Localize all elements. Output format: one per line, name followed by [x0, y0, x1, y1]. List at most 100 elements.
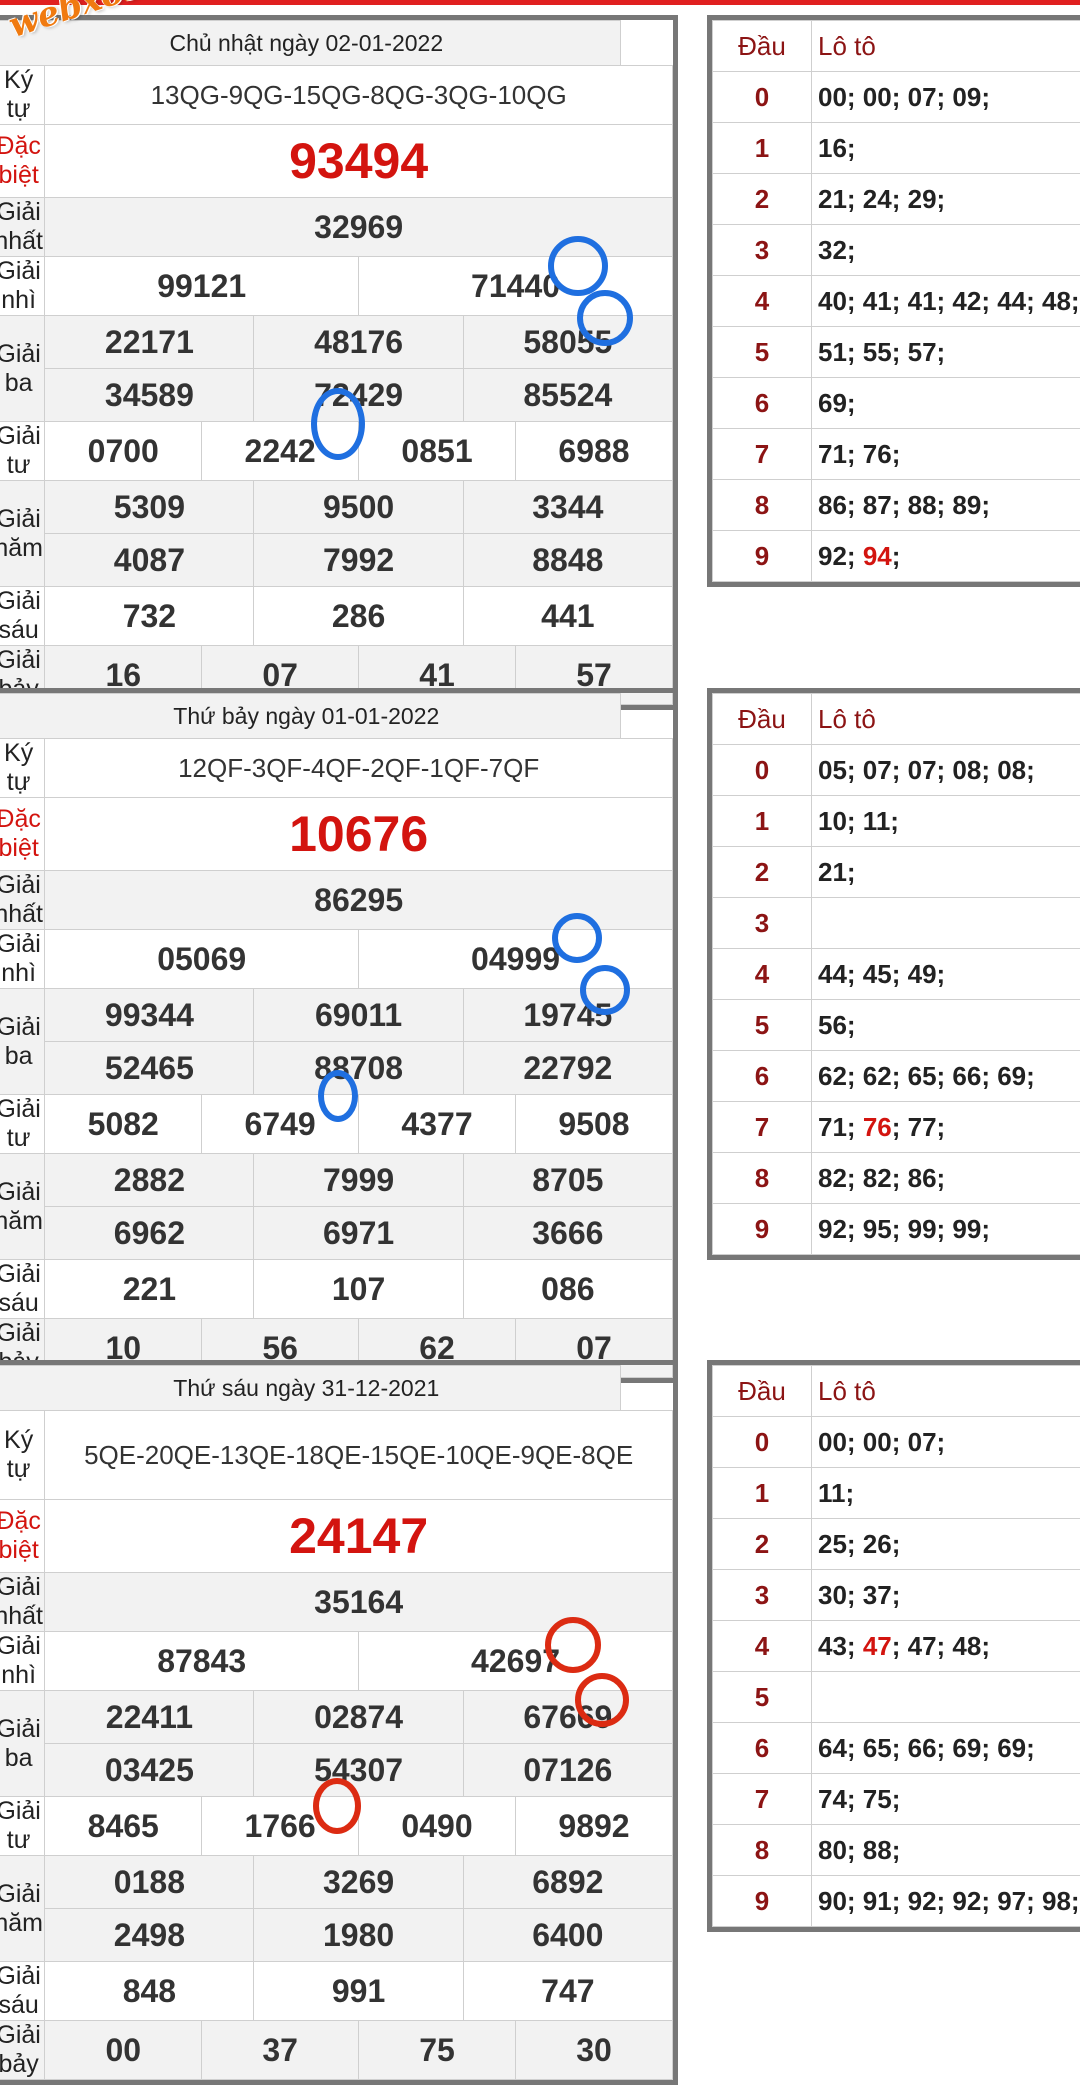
loto-value-text: 90; 91; 92; 92; 97; 98;: [818, 1886, 1080, 1916]
loto-values: 43; 47; 47; 48;: [812, 1621, 1080, 1672]
loto-value-text: 21;: [818, 857, 856, 887]
loto-head-digit: 7: [713, 429, 812, 480]
fifth-prize: 3269: [254, 1856, 463, 1909]
sixth-prize: 732: [45, 587, 254, 646]
loto-value-text: 00; 00; 07;: [818, 1427, 945, 1457]
loto-table: ĐầuLô tô000; 00; 07; 09;116;221; 24; 29;…: [707, 15, 1080, 587]
loto-head-digit: 1: [713, 123, 812, 174]
ky-tu-code: 13QG-9QG-15QG-8QG-3QG-10QG: [45, 66, 673, 125]
second-prize: 99121: [45, 257, 359, 316]
loto-values: 92; 95; 99; 99;: [812, 1204, 1080, 1255]
label-dac-biet: Đặc biệt: [0, 125, 45, 198]
loto-values: 62; 62; 65; 66; 69;: [812, 1051, 1080, 1102]
special-prize: 24147: [45, 1500, 673, 1573]
fourth-prize: 4377: [359, 1095, 516, 1154]
label-giai-tu: Giải tư: [0, 1797, 45, 1856]
third-prize: 03425: [45, 1744, 254, 1797]
label-giai-sau: Giải sáu: [0, 1260, 45, 1319]
fifth-prize: 8705: [463, 1154, 672, 1207]
third-prize: 69011: [254, 989, 463, 1042]
loto-values: 82; 82; 86;: [812, 1153, 1080, 1204]
label-giai-nam: Giải năm: [0, 1154, 45, 1260]
draw-block: Chủ nhật ngày 02-01-2022Ký tự13QG-9QG-15…: [0, 0, 1080, 670]
loto-head-digit: 3: [713, 1570, 812, 1621]
loto-values: 21;: [812, 847, 1080, 898]
third-prize: 22792: [463, 1042, 672, 1095]
loto-values: 05; 07; 07; 08; 08;: [812, 745, 1080, 796]
label-ky-tu: Ký tự: [0, 1411, 45, 1500]
loto-values: 71; 76; 77;: [812, 1102, 1080, 1153]
first-prize: 35164: [45, 1573, 673, 1632]
loto-values: 74; 75;: [812, 1774, 1080, 1825]
loto-value-text: 25; 26;: [818, 1529, 900, 1559]
label-ky-tu: Ký tự: [0, 66, 45, 125]
fifth-prize: 3666: [463, 1207, 672, 1260]
ky-tu-code: 12QF-3QF-4QF-2QF-1QF-7QF: [45, 739, 673, 798]
loto-header-dau: Đầu: [713, 1366, 812, 1417]
fifth-prize: 2882: [45, 1154, 254, 1207]
loto-value-text: 32;: [818, 235, 856, 265]
fourth-prize: 5082: [45, 1095, 202, 1154]
loto-values: 92; 94;: [812, 531, 1080, 582]
second-prize: 71440: [359, 257, 673, 316]
loto-header-loto: Lô tô: [812, 694, 1080, 745]
special-prize: 10676: [45, 798, 673, 871]
loto-value-text: 80; 88;: [818, 1835, 900, 1865]
loto-values: 56;: [812, 1000, 1080, 1051]
label-ky-tu: Ký tự: [0, 739, 45, 798]
fourth-prize: 6749: [202, 1095, 359, 1154]
label-giai-nam: Giải năm: [0, 481, 45, 587]
label-giai-nhat: Giải nhất: [0, 198, 45, 257]
third-prize: 07126: [463, 1744, 672, 1797]
loto-value-text: 82; 82; 86;: [818, 1163, 945, 1193]
loto-values: 30; 37;: [812, 1570, 1080, 1621]
sixth-prize: 441: [463, 587, 672, 646]
loto-value-text: 43;: [818, 1631, 863, 1661]
loto-values: [812, 1672, 1080, 1723]
label-giai-ba: Giải ba: [0, 1691, 45, 1797]
fourth-prize: 0490: [359, 1797, 516, 1856]
loto-value-text: 40; 41; 41; 42; 44; 48;: [818, 286, 1080, 316]
loto-value-text: 16;: [818, 133, 856, 163]
loto-value-text: 56;: [818, 1010, 856, 1040]
loto-values: 16;: [812, 123, 1080, 174]
loto-values: 64; 65; 66; 69; 69;: [812, 1723, 1080, 1774]
loto-head-digit: 1: [713, 1468, 812, 1519]
first-prize: 86295: [45, 871, 673, 930]
label-giai-nhat: Giải nhất: [0, 871, 45, 930]
loto-values: 69;: [812, 378, 1080, 429]
label-dac-biet: Đặc biệt: [0, 1500, 45, 1573]
loto-values: 44; 45; 49;: [812, 949, 1080, 1000]
loto-head-digit: 4: [713, 949, 812, 1000]
fifth-prize: 9500: [254, 481, 463, 534]
third-prize: 22171: [45, 316, 254, 369]
first-prize: 32969: [45, 198, 673, 257]
loto-head-digit: 4: [713, 1621, 812, 1672]
loto-values: 00; 00; 07;: [812, 1417, 1080, 1468]
loto-head-digit: 1: [713, 796, 812, 847]
seventh-prize: 30: [515, 2021, 672, 2080]
loto-header-loto: Lô tô: [812, 21, 1080, 72]
sixth-prize: 107: [254, 1260, 463, 1319]
label-dac-biet: Đặc biệt: [0, 798, 45, 871]
loto-values: 11;: [812, 1468, 1080, 1519]
fifth-prize: 2498: [45, 1909, 254, 1962]
sixth-prize: 747: [463, 1962, 672, 2021]
loto-values: 00; 00; 07; 09;: [812, 72, 1080, 123]
loto-values: 90; 91; 92; 92; 97; 98;: [812, 1876, 1080, 1927]
loto-value-text: 86; 87; 88; 89;: [818, 490, 990, 520]
loto-values: 71; 76;: [812, 429, 1080, 480]
sixth-prize: 086: [463, 1260, 672, 1319]
loto-special-number: 94: [863, 541, 892, 571]
loto-values: [812, 898, 1080, 949]
loto-values: 86; 87; 88; 89;: [812, 480, 1080, 531]
fifth-prize: 1980: [254, 1909, 463, 1962]
loto-head-digit: 2: [713, 847, 812, 898]
loto-value-text: 92; 95; 99; 99;: [818, 1214, 990, 1244]
loto-value-text: 74; 75;: [818, 1784, 900, 1814]
sixth-prize: 991: [254, 1962, 463, 2021]
label-giai-sau: Giải sáu: [0, 587, 45, 646]
third-prize: 02874: [254, 1691, 463, 1744]
loto-value-text: 10; 11;: [818, 806, 899, 836]
seventh-prize: 00: [45, 2021, 202, 2080]
